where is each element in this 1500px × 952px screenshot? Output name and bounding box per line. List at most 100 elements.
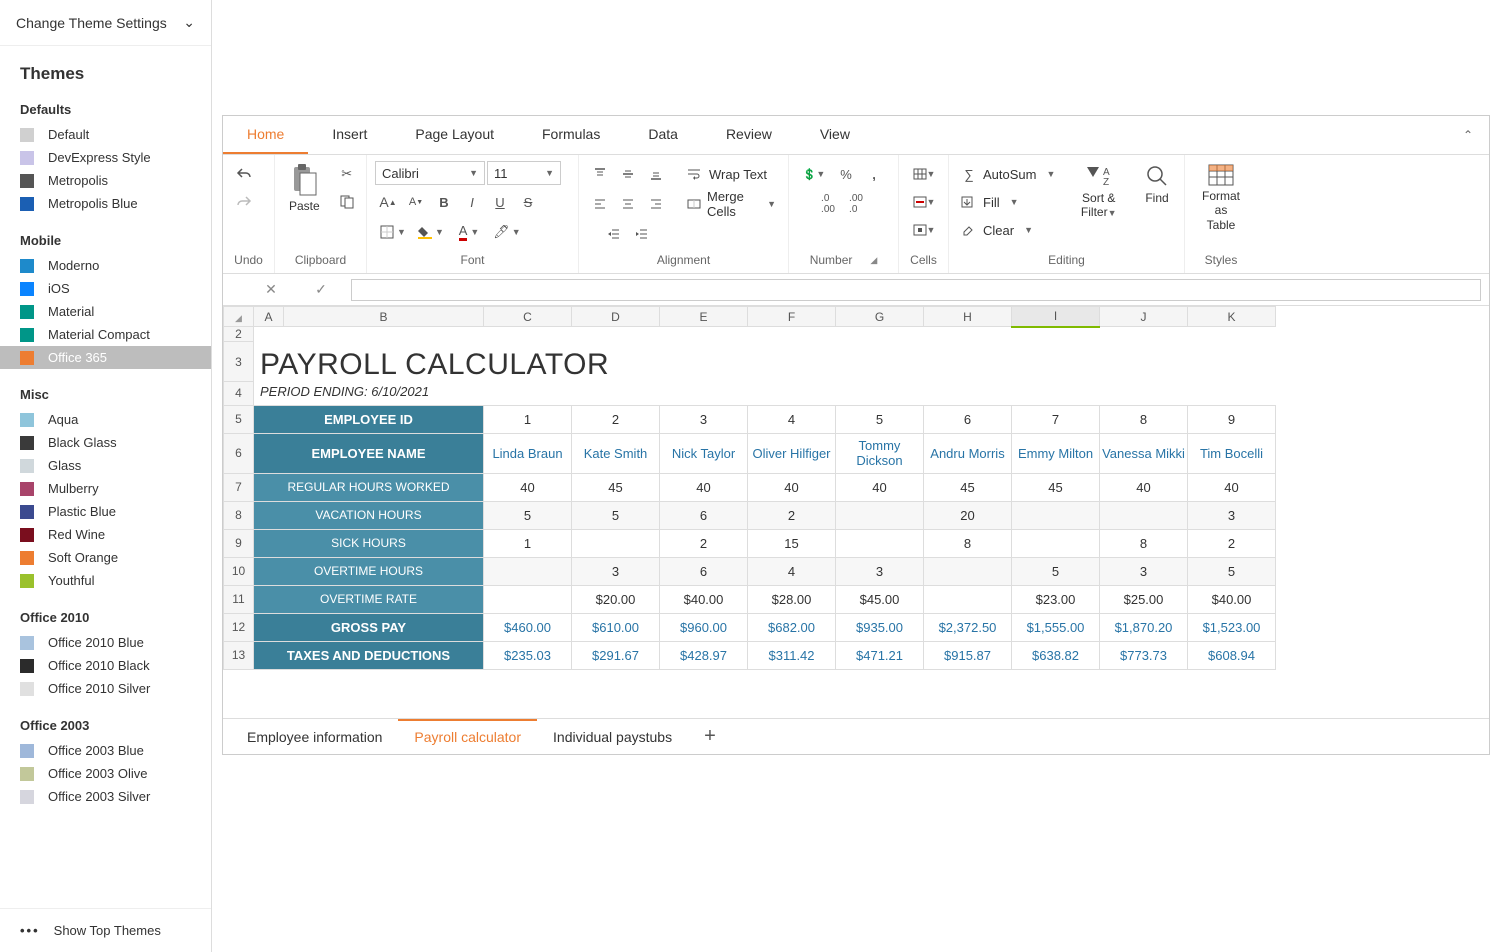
align-left-button[interactable] (587, 191, 613, 217)
row-header[interactable]: 13 (224, 641, 254, 669)
find-button[interactable]: Find (1136, 159, 1178, 209)
column-header[interactable]: A (254, 307, 284, 327)
data-cell[interactable]: 6 (660, 501, 748, 529)
row-header[interactable]: 4 (224, 382, 254, 406)
confirm-edit-button[interactable]: ✓ (311, 280, 331, 300)
data-cell[interactable]: $235.03 (484, 641, 572, 669)
data-cell[interactable] (836, 529, 924, 557)
data-cell[interactable]: 3 (572, 557, 660, 585)
theme-item[interactable]: Office 2003 Olive (0, 762, 211, 785)
data-cell[interactable]: 40 (1100, 473, 1188, 501)
data-cell[interactable]: $2,372.50 (924, 613, 1012, 641)
font-name-dropdown[interactable]: Calibri▼ (375, 161, 485, 185)
data-cell[interactable]: $40.00 (1188, 585, 1276, 613)
payroll-title[interactable]: PAYROLL CALCULATOR (254, 342, 1276, 382)
data-cell[interactable]: $28.00 (748, 585, 836, 613)
theme-item[interactable]: Office 365 (0, 346, 211, 369)
data-cell[interactable] (484, 585, 572, 613)
theme-item[interactable]: Office 2010 Black (0, 654, 211, 677)
number-dialog-launcher[interactable]: ◢ (870, 255, 877, 266)
column-header[interactable]: H (924, 307, 1012, 327)
data-cell[interactable]: 6 (660, 557, 748, 585)
data-cell[interactable]: 5 (1188, 557, 1276, 585)
data-cell[interactable] (1100, 501, 1188, 529)
row-label[interactable]: EMPLOYEE ID (254, 405, 484, 433)
data-cell[interactable]: 5 (1012, 557, 1100, 585)
data-cell[interactable]: $960.00 (660, 613, 748, 641)
row-header[interactable]: 2 (224, 327, 254, 342)
cancel-edit-button[interactable]: ✕ (261, 280, 281, 300)
data-cell[interactable]: 4 (748, 405, 836, 433)
data-cell[interactable]: $428.97 (660, 641, 748, 669)
data-cell[interactable]: 3 (660, 405, 748, 433)
decrease-decimal-button[interactable]: .00.0 (843, 191, 869, 217)
column-header[interactable]: E (660, 307, 748, 327)
data-cell[interactable]: 20 (924, 501, 1012, 529)
theme-item[interactable]: Youthful (0, 569, 211, 592)
data-cell[interactable]: 45 (1012, 473, 1100, 501)
ribbon-tab[interactable]: Data (624, 116, 702, 154)
row-header[interactable]: 8 (224, 501, 254, 529)
column-header[interactable]: I (1012, 307, 1100, 327)
increase-font-button[interactable]: A▲ (375, 189, 401, 215)
font-size-dropdown[interactable]: 11▼ (487, 161, 561, 185)
merge-cells-button[interactable]: Merge Cells▼ (683, 191, 780, 217)
payroll-subtitle[interactable]: PERIOD ENDING: 6/10/2021 (254, 382, 1276, 406)
highlight-button[interactable]: 🖊▼ (489, 219, 525, 245)
fill-color-button[interactable]: ▼ (413, 219, 449, 245)
column-header[interactable]: J (1100, 307, 1188, 327)
row-header[interactable]: 12 (224, 613, 254, 641)
theme-item[interactable]: Soft Orange (0, 546, 211, 569)
data-cell[interactable]: $915.87 (924, 641, 1012, 669)
row-label[interactable]: OVERTIME RATE (254, 585, 484, 613)
data-cell[interactable]: Andru Morris (924, 433, 1012, 473)
copy-button[interactable] (334, 189, 360, 215)
data-cell[interactable]: $45.00 (836, 585, 924, 613)
data-cell[interactable]: Tommy Dickson (836, 433, 924, 473)
data-cell[interactable]: $291.67 (572, 641, 660, 669)
data-cell[interactable]: 15 (748, 529, 836, 557)
row-header[interactable]: 10 (224, 557, 254, 585)
data-cell[interactable]: 5 (572, 501, 660, 529)
select-all-corner[interactable]: ◢ (224, 307, 254, 327)
data-cell[interactable]: 5 (484, 501, 572, 529)
data-cell[interactable]: 2 (572, 405, 660, 433)
undo-button[interactable] (231, 161, 257, 187)
data-cell[interactable]: 45 (924, 473, 1012, 501)
row-label[interactable]: OVERTIME HOURS (254, 557, 484, 585)
row-label[interactable]: SICK HOURS (254, 529, 484, 557)
data-cell[interactable]: 5 (836, 405, 924, 433)
fill-button[interactable]: Fill▼ (957, 189, 1059, 215)
data-cell[interactable]: $682.00 (748, 613, 836, 641)
data-cell[interactable] (836, 501, 924, 529)
data-cell[interactable]: $40.00 (660, 585, 748, 613)
theme-item[interactable]: Material Compact (0, 323, 211, 346)
grid-area[interactable]: ◢ABCDEFGHIJK23PAYROLL CALCULATOR4PERIOD … (223, 306, 1489, 718)
formula-input[interactable] (351, 279, 1481, 301)
format-as-table-button[interactable]: Format as Table (1191, 159, 1251, 236)
ribbon-tab[interactable]: View (796, 116, 874, 154)
theme-item[interactable]: Black Glass (0, 431, 211, 454)
data-cell[interactable] (484, 557, 572, 585)
column-header[interactable]: C (484, 307, 572, 327)
align-bottom-button[interactable] (643, 161, 669, 187)
row-header[interactable]: 6 (224, 433, 254, 473)
data-cell[interactable]: $935.00 (836, 613, 924, 641)
row-label[interactable]: GROSS PAY (254, 613, 484, 641)
sheet-tab[interactable]: Payroll calculator (398, 719, 537, 753)
strikethrough-button[interactable]: S (515, 189, 541, 215)
row-label[interactable]: REGULAR HOURS WORKED (254, 473, 484, 501)
borders-button[interactable]: ▼ (375, 219, 411, 245)
column-header[interactable]: K (1188, 307, 1276, 327)
currency-button[interactable]: 💲▼ (797, 161, 831, 187)
add-sheet-button[interactable]: + (688, 717, 732, 756)
data-cell[interactable]: $23.00 (1012, 585, 1100, 613)
ribbon-tab[interactable]: Formulas (518, 116, 624, 154)
row-label[interactable]: TAXES AND DEDUCTIONS (254, 641, 484, 669)
data-cell[interactable]: $25.00 (1100, 585, 1188, 613)
format-cells-button[interactable]: ▼ (907, 217, 941, 243)
theme-item[interactable]: Office 2010 Blue (0, 631, 211, 654)
row-header[interactable]: 3 (224, 342, 254, 382)
clear-button[interactable]: Clear▼ (957, 217, 1059, 243)
ribbon-tab[interactable]: Review (702, 116, 796, 154)
